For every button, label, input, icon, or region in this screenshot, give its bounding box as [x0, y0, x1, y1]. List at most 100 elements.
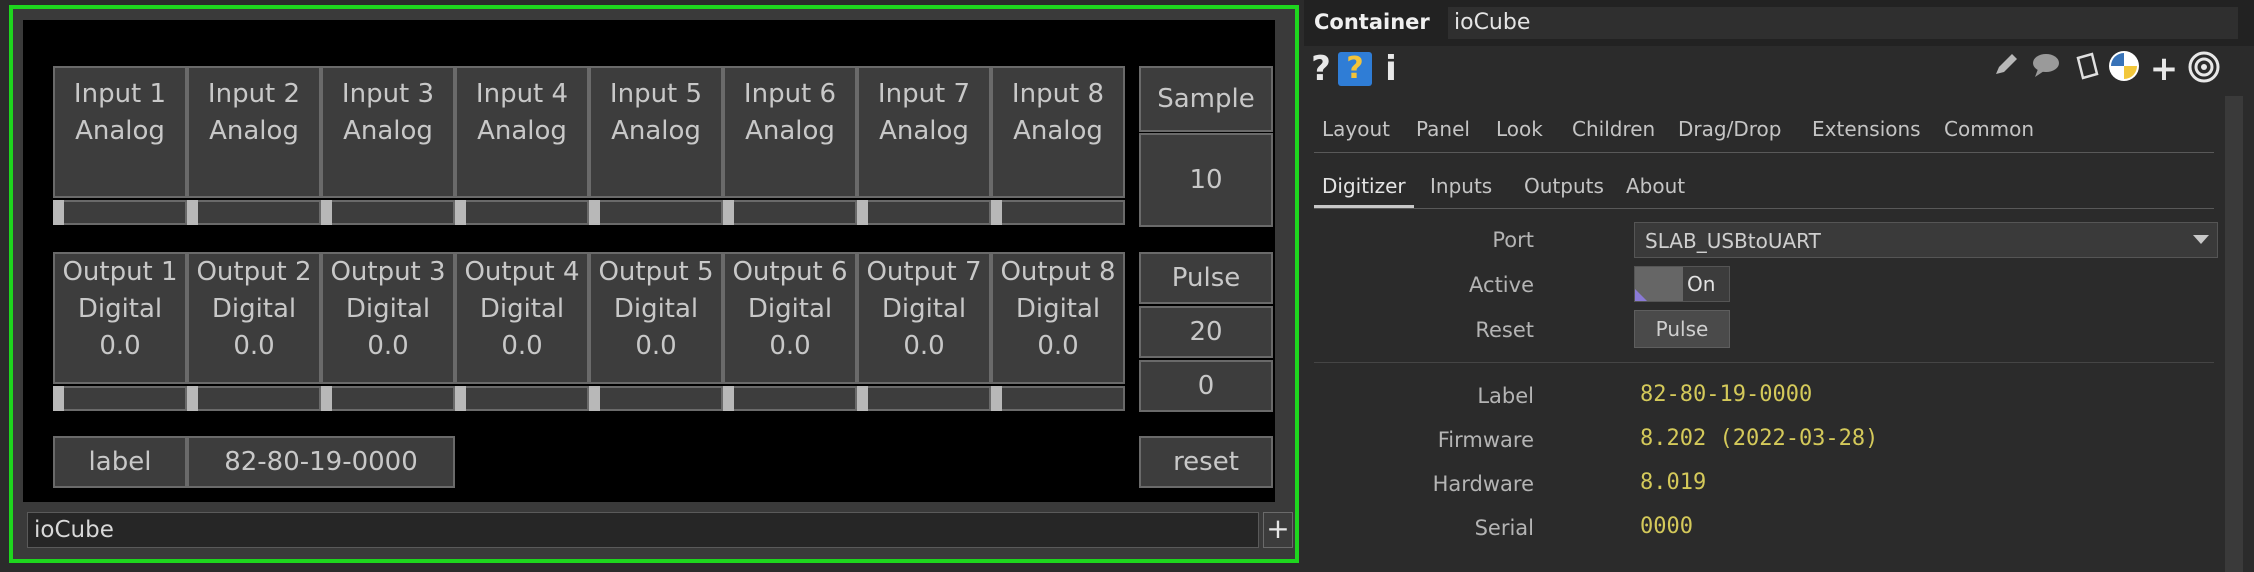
- output-3-slider[interactable]: [321, 386, 455, 411]
- output-1-slider[interactable]: [53, 386, 187, 411]
- tab-digitizer[interactable]: Digitizer: [1314, 167, 1414, 208]
- input-3-slider[interactable]: [321, 200, 455, 225]
- output-8-slider[interactable]: [991, 386, 1125, 411]
- input-7-button[interactable]: Input 7 Analog: [857, 66, 991, 198]
- firmware-label: Firmware: [1437, 428, 1534, 452]
- page-tabs: Layout Panel Look Children Drag/Drop Ext…: [1304, 110, 2214, 150]
- tab-children[interactable]: Children: [1572, 110, 1655, 148]
- reset-pulse-button[interactable]: Pulse: [1634, 310, 1730, 348]
- input-1-button[interactable]: Input 1 Analog: [53, 66, 187, 198]
- output-5-slider[interactable]: [589, 386, 723, 411]
- slider-handle[interactable]: [53, 386, 64, 411]
- input-6-slider[interactable]: [723, 200, 857, 225]
- input-5-button[interactable]: Input 5 Analog: [589, 66, 723, 198]
- tab-extensions[interactable]: Extensions: [1812, 110, 1921, 148]
- slider-handle[interactable]: [187, 386, 198, 411]
- output-5-button[interactable]: Output 5 Digital 0.0: [589, 252, 723, 384]
- comment-icon[interactable]: [2028, 50, 2064, 88]
- output-6-button[interactable]: Output 6 Digital 0.0: [723, 252, 857, 384]
- input-type: Analog: [1013, 116, 1103, 146]
- plus-icon[interactable]: +: [2146, 50, 2182, 88]
- tab-layout[interactable]: Layout: [1322, 110, 1390, 148]
- slider-handle[interactable]: [455, 386, 466, 411]
- slider-handle[interactable]: [857, 200, 868, 225]
- active-toggle[interactable]: On: [1634, 266, 1730, 302]
- output-type: Digital: [1015, 294, 1101, 324]
- input-6-button[interactable]: Input 6 Analog: [723, 66, 857, 198]
- output-6-slider[interactable]: [723, 386, 857, 411]
- input-5-slider[interactable]: [589, 200, 723, 225]
- pulse-field[interactable]: 20: [1139, 306, 1273, 358]
- serial-value: 0000: [1640, 514, 1693, 539]
- output-2-slider[interactable]: [187, 386, 321, 411]
- tab-outputs[interactable]: Outputs: [1524, 167, 1604, 205]
- input-4-button[interactable]: Input 4 Analog: [455, 66, 589, 198]
- tab-drag-drop[interactable]: Drag/Drop: [1678, 110, 1781, 148]
- slider-handle[interactable]: [455, 200, 466, 225]
- output-1-button[interactable]: Output 1 Digital 0.0: [53, 252, 187, 384]
- slider-handle[interactable]: [589, 200, 600, 225]
- slider-handle[interactable]: [857, 386, 868, 411]
- slider-handle[interactable]: [991, 386, 1002, 411]
- pencil-icon[interactable]: [1988, 50, 2024, 88]
- python-help-icon[interactable]: ?: [1338, 52, 1372, 86]
- output-2-button[interactable]: Output 2 Digital 0.0: [187, 252, 321, 384]
- parameter-panel: Container ioCube ? ? i + Layout Panel Lo…: [1304, 0, 2254, 572]
- port-dropdown[interactable]: SLAB_USBtoUART: [1634, 222, 2218, 258]
- input-1-slider[interactable]: [53, 200, 187, 225]
- output-7-slider[interactable]: [857, 386, 991, 411]
- output-type: Digital: [211, 294, 297, 324]
- input-8-button[interactable]: Input 8 Analog: [991, 66, 1125, 198]
- operator-name-field[interactable]: ioCube: [1448, 7, 2238, 39]
- output-3-button[interactable]: Output 3 Digital 0.0: [321, 252, 455, 384]
- slider-handle[interactable]: [991, 200, 1002, 225]
- pulse-field-2[interactable]: 0: [1139, 360, 1273, 412]
- scrollbar[interactable]: [2225, 96, 2243, 572]
- panel-canvas: Input 1 Analog Input 2 Analog Input 3 An…: [23, 20, 1275, 502]
- input-4-slider[interactable]: [455, 200, 589, 225]
- output-4-slider[interactable]: [455, 386, 589, 411]
- firmware-value: 8.202 (2022-03-28): [1640, 426, 1879, 451]
- input-type: Analog: [879, 116, 969, 146]
- python-icon[interactable]: [2106, 50, 2142, 88]
- target-icon[interactable]: [2184, 50, 2224, 88]
- slider-handle[interactable]: [723, 200, 734, 225]
- add-icon[interactable]: +: [1263, 512, 1293, 548]
- slider-handle[interactable]: [589, 386, 600, 411]
- output-8-button[interactable]: Output 8 Digital 0.0: [991, 252, 1125, 384]
- reset-button[interactable]: reset: [1139, 436, 1273, 488]
- input-2-button[interactable]: Input 2 Analog: [187, 66, 321, 198]
- tab-panel[interactable]: Panel: [1416, 110, 1470, 148]
- label-value-field[interactable]: 82-80-19-0000: [187, 436, 455, 488]
- input-7-slider[interactable]: [857, 200, 991, 225]
- input-type: Analog: [343, 116, 433, 146]
- slider-handle[interactable]: [53, 200, 64, 225]
- info-icon[interactable]: i: [1378, 50, 1404, 88]
- slider-handle[interactable]: [321, 386, 332, 411]
- output-title: Output 7: [866, 257, 982, 287]
- node-name-field[interactable]: ioCube: [27, 512, 1259, 548]
- clipboard-icon[interactable]: [2068, 50, 2104, 88]
- tab-common[interactable]: Common: [1944, 110, 2034, 148]
- slider-handle[interactable]: [723, 386, 734, 411]
- tab-about[interactable]: About: [1626, 167, 1685, 205]
- input-type: Analog: [745, 116, 835, 146]
- corner-marker-icon: [1635, 289, 1647, 301]
- tab-inputs[interactable]: Inputs: [1430, 167, 1492, 205]
- slider-handle[interactable]: [187, 200, 198, 225]
- output-value: 0.0: [367, 331, 409, 361]
- help-icon[interactable]: ?: [1308, 50, 1334, 88]
- sample-field[interactable]: 10: [1139, 133, 1273, 227]
- input-2-slider[interactable]: [187, 200, 321, 225]
- input-8-slider[interactable]: [991, 200, 1125, 225]
- toggle-label: On: [1687, 272, 1716, 296]
- tab-look[interactable]: Look: [1496, 110, 1543, 148]
- output-7-button[interactable]: Output 7 Digital 0.0: [857, 252, 991, 384]
- port-value: SLAB_USBtoUART: [1645, 229, 1821, 253]
- active-label: Active: [1469, 273, 1534, 297]
- hardware-value: 8.019: [1640, 470, 1707, 495]
- node-viewer: Input 1 Analog Input 2 Analog Input 3 An…: [9, 5, 1299, 563]
- slider-handle[interactable]: [321, 200, 332, 225]
- input-3-button[interactable]: Input 3 Analog: [321, 66, 455, 198]
- output-4-button[interactable]: Output 4 Digital 0.0: [455, 252, 589, 384]
